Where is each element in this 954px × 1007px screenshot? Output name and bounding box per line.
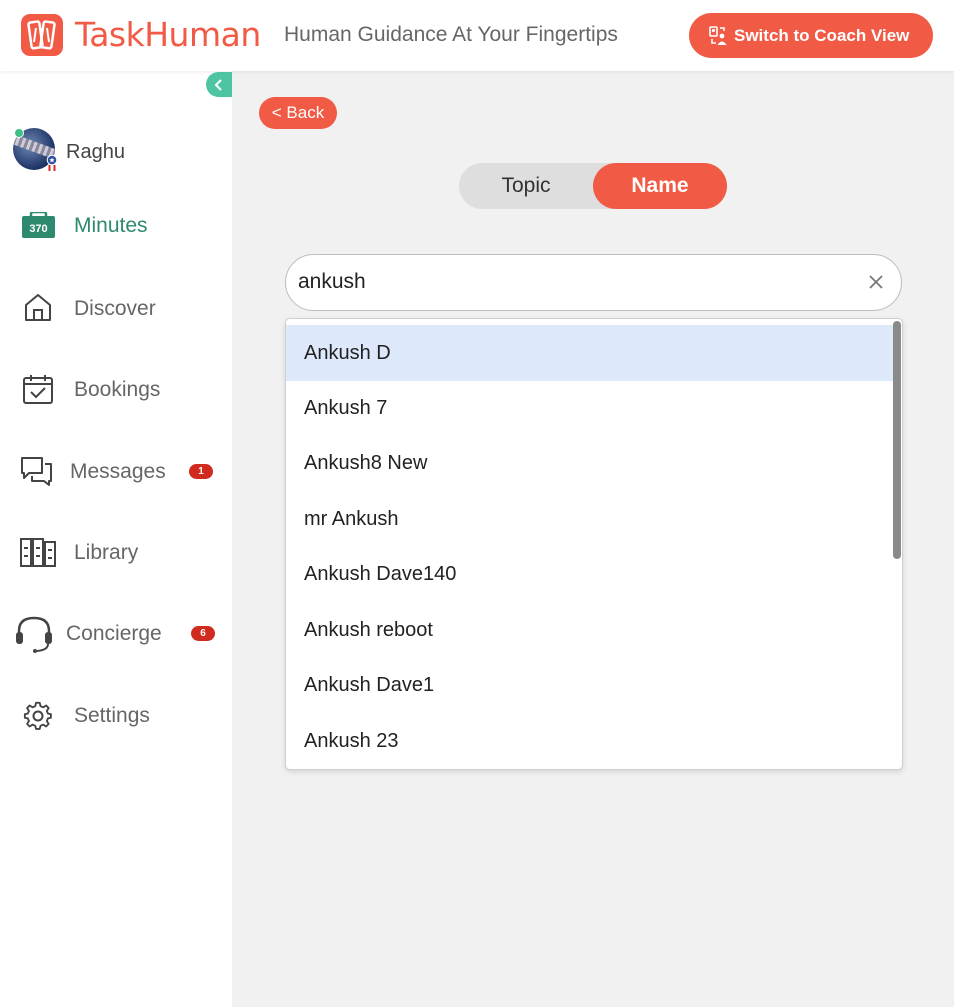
search-result-item[interactable]: Ankush reboot xyxy=(286,602,894,658)
user-name[interactable]: Raghu xyxy=(66,141,125,164)
back-button[interactable]: < Back xyxy=(259,97,337,129)
sidebar-item-label: Bookings xyxy=(74,378,161,401)
coach-button-label: Switch to Coach View xyxy=(734,25,910,45)
sidebar-item-label: Settings xyxy=(74,704,150,727)
search-results-dropdown: Ankush D Ankush 7 Ankush8 New mr Ankush … xyxy=(285,318,903,770)
search-result-item[interactable]: Ankush Dave140 xyxy=(286,546,894,602)
scrollbar-thumb[interactable] xyxy=(893,321,901,559)
taskhuman-logo-icon[interactable] xyxy=(21,14,63,56)
sidebar-item-discover[interactable]: Discover xyxy=(0,286,232,330)
toggle-topic[interactable]: Topic xyxy=(459,163,593,209)
library-icon xyxy=(20,538,56,567)
toggle-name[interactable]: Name xyxy=(593,163,727,209)
sidebar-item-messages[interactable]: Messages 1 xyxy=(0,449,232,493)
chevron-left-icon xyxy=(214,78,222,91)
home-icon xyxy=(25,294,51,321)
minutes-label[interactable]: Minutes xyxy=(74,214,148,238)
clear-icon[interactable] xyxy=(866,272,886,292)
search-result-item[interactable]: Ankush8 New xyxy=(286,435,894,491)
sidebar-item-label: Concierge xyxy=(66,622,162,645)
switch-user-icon xyxy=(709,25,727,45)
search-result-item[interactable]: Ankush 23 xyxy=(286,713,894,769)
online-status-icon xyxy=(14,128,24,138)
search-result-item[interactable]: Ankush D xyxy=(286,325,894,381)
sidebar-item-label: Discover xyxy=(74,297,156,320)
sidebar-item-bookings[interactable]: Bookings xyxy=(0,367,232,411)
chat-icon xyxy=(21,457,52,486)
gear-icon xyxy=(23,701,52,730)
app-header: TaskHuman Human Guidance At Your Fingert… xyxy=(0,0,954,71)
sidebar-item-settings[interactable]: Settings xyxy=(0,693,232,737)
sidebar-item-library[interactable]: Library xyxy=(0,530,232,574)
messages-badge: 1 xyxy=(189,464,213,479)
calendar-check-icon xyxy=(23,375,53,404)
search-box xyxy=(285,254,902,311)
minutes-wallet-icon: 370 xyxy=(22,212,55,238)
sidebar-item-label: Messages xyxy=(70,460,166,483)
search-result-item[interactable]: Ankush 7 xyxy=(286,380,894,436)
headset-icon xyxy=(16,616,52,653)
brand-name: TaskHuman xyxy=(75,15,261,54)
search-result-item[interactable]: Ankush Dave1 xyxy=(286,657,894,713)
search-input[interactable] xyxy=(298,267,858,297)
sidebar-item-label: Library xyxy=(74,541,139,564)
collapse-sidebar-button[interactable] xyxy=(206,72,232,97)
search-mode-toggle: Topic Name xyxy=(459,163,727,209)
switch-to-coach-view-button[interactable]: Switch to Coach View xyxy=(689,13,933,58)
minutes-count: 370 xyxy=(29,223,47,235)
sidebar-item-concierge[interactable]: Concierge 6 xyxy=(0,611,232,655)
concierge-badge: 6 xyxy=(191,626,215,641)
medal-icon xyxy=(46,155,58,171)
search-result-item[interactable]: mr Ankush xyxy=(286,491,894,547)
tagline: Human Guidance At Your Fingertips xyxy=(284,23,618,46)
